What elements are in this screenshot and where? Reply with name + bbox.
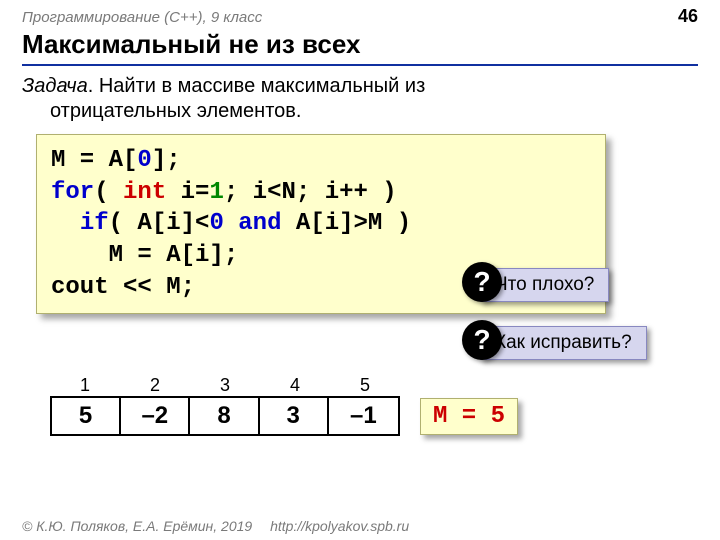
array-values: 5 –2 8 3 –1 — [50, 396, 400, 436]
code-t: cout << M; — [51, 274, 195, 301]
code-t: if — [80, 210, 109, 237]
code-t: M = A[i]; — [51, 242, 238, 269]
array-index: 5 — [330, 375, 400, 396]
array-cell: 5 — [52, 398, 121, 434]
task-text: Задача. Найти в массиве максимальный из … — [0, 66, 720, 128]
code-t — [224, 210, 238, 237]
array-example: 1 2 3 4 5 5 –2 8 3 –1 — [50, 375, 400, 436]
code-t: ; i<N; i++ ) — [224, 179, 397, 206]
task-line2: отрицательных элементов. — [22, 99, 698, 124]
slide-header: Программирование (C++), 9 класс 46 — [0, 0, 720, 29]
code-t: and — [238, 210, 281, 237]
array-cell: –1 — [329, 398, 398, 434]
callout-fix-text: Как исправить? — [480, 326, 647, 360]
question-icon: ? — [462, 320, 502, 360]
code-t: ( A[i]< — [109, 210, 210, 237]
code-t: i= — [166, 179, 209, 206]
array-index: 1 — [50, 375, 120, 396]
array-cell: 3 — [260, 398, 329, 434]
result-box: M = 5 — [420, 398, 518, 435]
copyright: © К.Ю. Поляков, Е.А. Ерёмин, 2019 — [22, 518, 252, 534]
code-t: 1 — [209, 179, 223, 206]
callout-fix: ? Как исправить? — [480, 326, 647, 360]
array-cell: –2 — [121, 398, 190, 434]
page-number: 46 — [678, 6, 698, 27]
slide-footer: © К.Ю. Поляков, Е.А. Ерёмин, 2019 http:/… — [0, 512, 720, 540]
course-label: Программирование (C++), 9 класс — [22, 9, 262, 26]
footer-url: http://kpolyakov.spb.ru — [270, 518, 409, 534]
array-index: 4 — [260, 375, 330, 396]
code-t: ( — [94, 179, 123, 206]
code-t: 0 — [137, 147, 151, 174]
callout-bad: ? Что плохо? — [480, 268, 609, 302]
code-t: int — [123, 179, 166, 206]
array-index: 3 — [190, 375, 260, 396]
code-t: A[i]>M ) — [281, 210, 411, 237]
slide-title: Максимальный не из всех — [0, 29, 720, 64]
array-index: 2 — [120, 375, 190, 396]
task-line1: . Найти в массиве максимальный из — [88, 75, 426, 97]
code-t: 0 — [209, 210, 223, 237]
code-t: M = A[ — [51, 147, 137, 174]
code-t: ]; — [152, 147, 181, 174]
task-label: Задача — [22, 75, 88, 97]
code-t — [51, 210, 80, 237]
array-cell: 8 — [190, 398, 259, 434]
question-icon: ? — [462, 262, 502, 302]
code-t: for — [51, 179, 94, 206]
array-indices: 1 2 3 4 5 — [50, 375, 400, 396]
